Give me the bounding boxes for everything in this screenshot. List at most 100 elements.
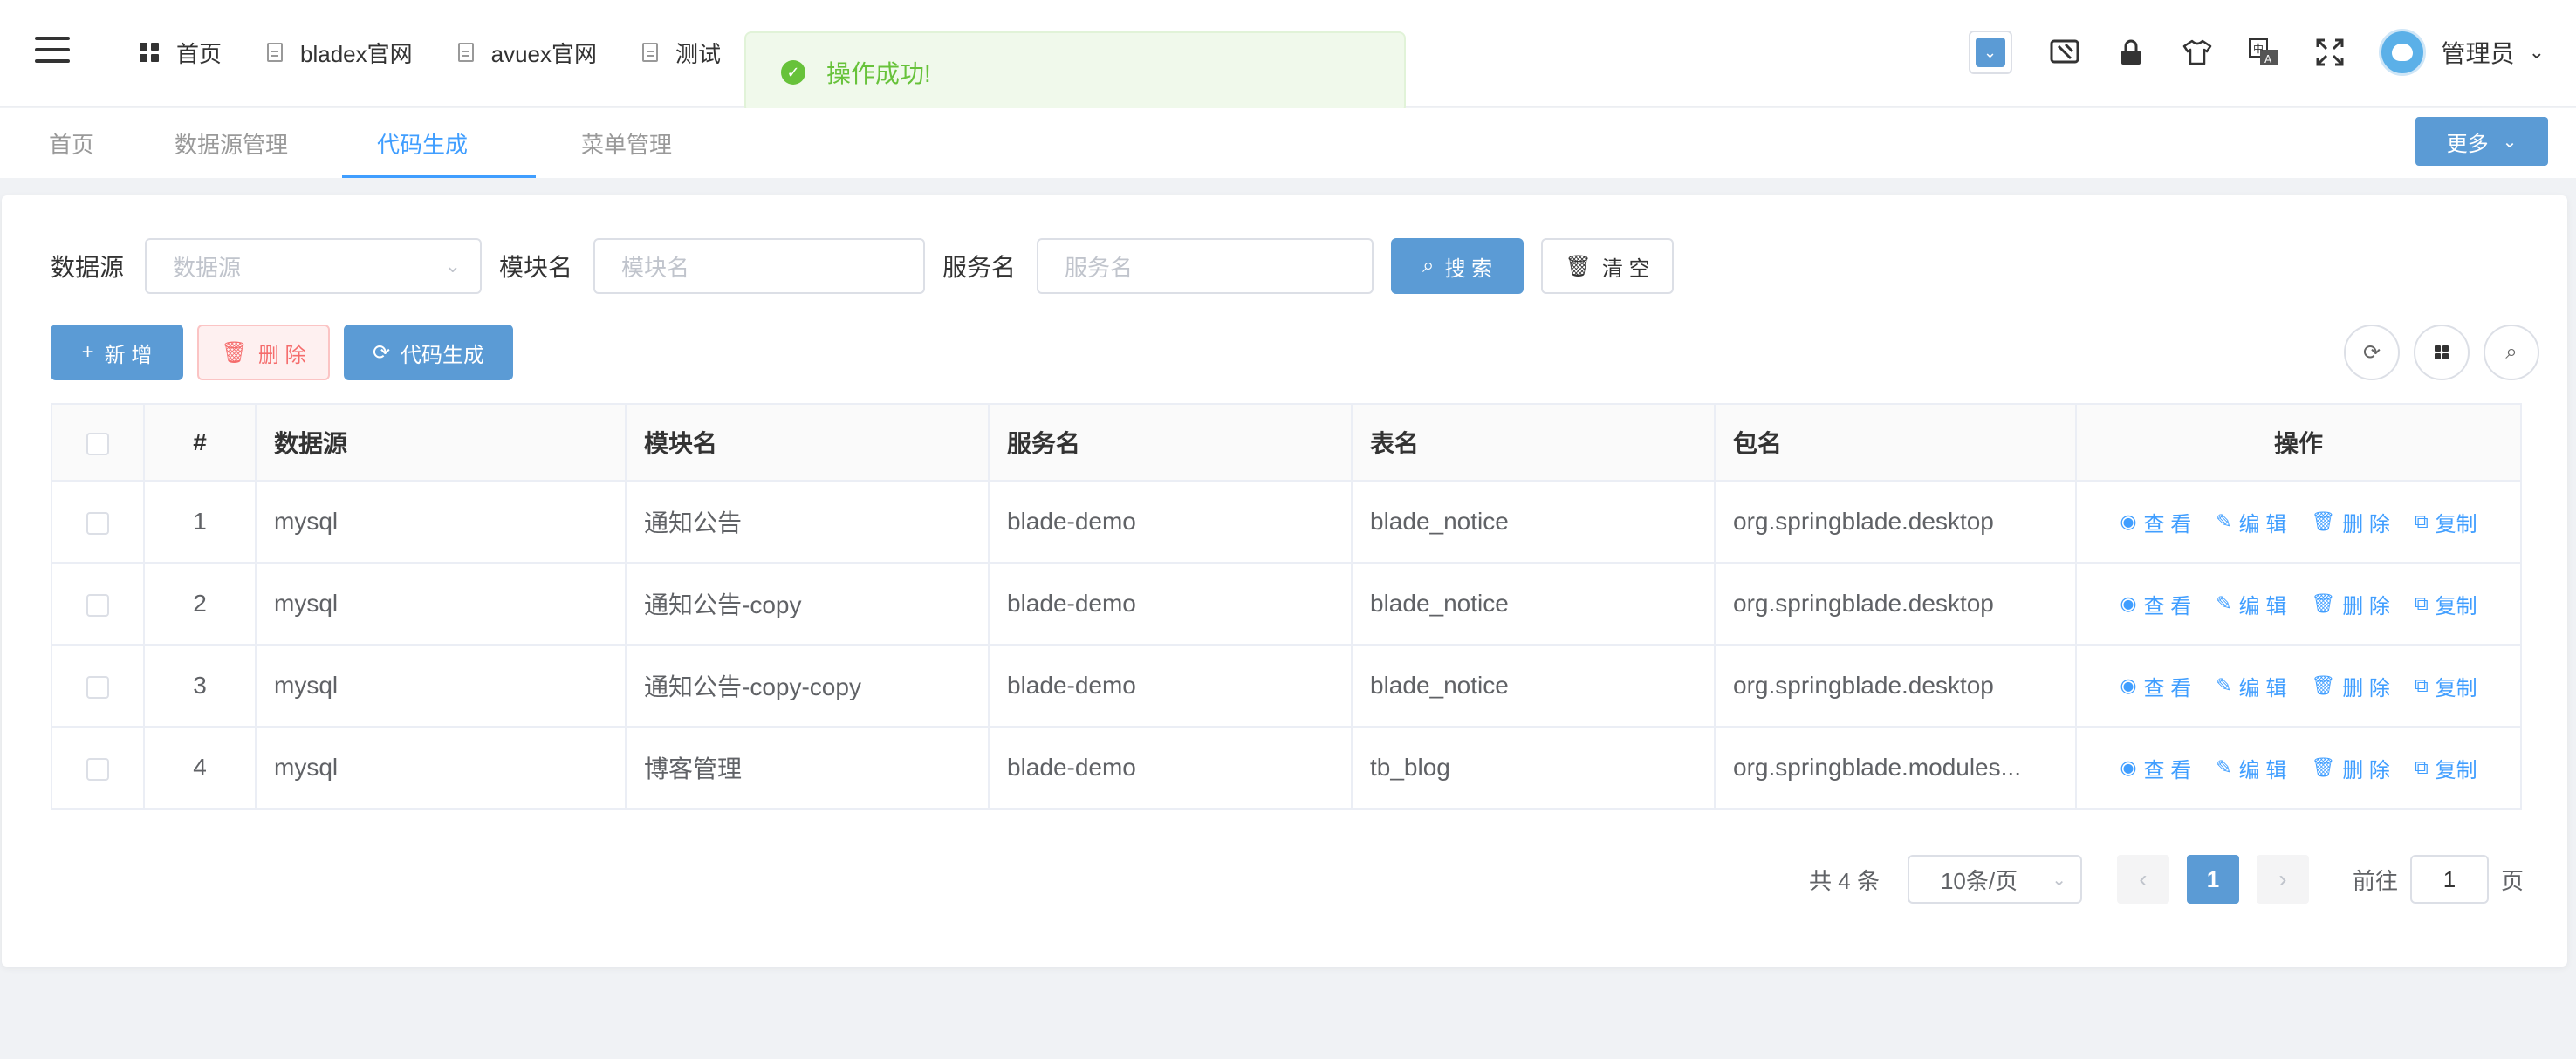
- copy-button[interactable]: ⧉ 复制: [2415, 507, 2477, 537]
- top-menu-item-label: 测试: [675, 40, 722, 67]
- top-menu-item-label: 首页: [176, 40, 223, 67]
- chevron-down-icon: ⌄: [2502, 132, 2518, 152]
- table-row: 4 mysql 博客管理 blade-demo tb_blog org.springbla…: [51, 726, 2522, 810]
- add-button-label: 新 增: [104, 343, 153, 367]
- row-checkbox[interactable]: [86, 757, 109, 781]
- add-button[interactable]: + 新 增: [51, 325, 183, 380]
- grid-icon: [140, 43, 159, 62]
- fullscreen-icon[interactable]: [2309, 31, 2351, 73]
- cell-table: blade_notice: [1351, 644, 1716, 728]
- trash-icon: 🗑: [2311, 756, 2336, 778]
- user-name[interactable]: 管理员: [2442, 35, 2515, 70]
- module-input[interactable]: 模块名: [593, 238, 926, 294]
- tabs-bar: 首页 数据源管理 代码生成✕ 菜单管理 更多 ⌄: [0, 108, 2576, 230]
- lock-icon[interactable]: [2110, 31, 2152, 73]
- edit-label: 编 辑: [2238, 594, 2287, 618]
- row-checkbox[interactable]: [86, 511, 109, 535]
- collapse-toggle-button[interactable]: ⌄: [1968, 31, 2012, 74]
- edit-icon: ✎: [2216, 674, 2232, 696]
- copy-button[interactable]: ⧉ 复制: [2415, 589, 2477, 619]
- tab-datasource[interactable]: 数据源管理: [175, 108, 288, 178]
- top-menu-item-avuex[interactable]: avuex官网: [457, 37, 597, 69]
- chevron-down-icon: ⌄: [2052, 870, 2066, 890]
- row-delete-button[interactable]: 🗑 删 除: [2311, 671, 2390, 701]
- row-checkbox[interactable]: [86, 675, 109, 699]
- generate-button-label: 代码生成: [401, 343, 485, 367]
- service-input[interactable]: 服务名: [1037, 238, 1374, 294]
- page-size-value: 10条/页: [1940, 867, 2018, 894]
- delete-button[interactable]: 🗑 删 除: [197, 325, 330, 380]
- clear-button[interactable]: 🗑 清 空: [1541, 238, 1675, 294]
- edit-button[interactable]: ✎ 编 辑: [2216, 671, 2286, 701]
- datasource-select[interactable]: 数据源 ⌄: [145, 238, 483, 294]
- tab-codegen[interactable]: 代码生成✕: [342, 108, 536, 230]
- cell-datasource: mysql: [255, 480, 627, 564]
- table-row: 2 mysql 通知公告-copy blade-demo blade_notice org…: [51, 562, 2522, 646]
- row-delete-button[interactable]: 🗑 删 除: [2311, 589, 2390, 619]
- table-row: 1 mysql 通知公告 blade-demo blade_notice org.spri…: [51, 480, 2522, 564]
- refresh-icon[interactable]: ⟳: [2344, 325, 2400, 380]
- tab-label: 代码生成: [377, 132, 469, 158]
- module-placeholder: 模块名: [621, 254, 690, 281]
- copy-icon: ⧉: [2414, 674, 2429, 696]
- view-button[interactable]: ◉ 查 看: [2120, 507, 2191, 537]
- table-header-row: # 数据源 模块名 服务名 表名 包名 操作: [51, 403, 2522, 482]
- chevron-down-icon: ⌄: [444, 255, 462, 277]
- cell-datasource: mysql: [255, 562, 627, 646]
- goto-page-input[interactable]: 1: [2409, 855, 2489, 904]
- tab-home[interactable]: 首页: [49, 108, 94, 178]
- cell-ops: ◉ 查 看 ✎ 编 辑 🗑 删 除 ⧉ 复制: [2075, 480, 2522, 564]
- top-menu-item-bladex[interactable]: bladex官网: [267, 37, 413, 69]
- chevron-down-icon[interactable]: ⌄: [2529, 41, 2545, 64]
- column-header: 操作: [2075, 403, 2522, 482]
- columns-grid-icon[interactable]: [2414, 325, 2470, 380]
- language-icon[interactable]: 中A: [2243, 31, 2285, 73]
- copy-label: 复制: [2435, 594, 2477, 618]
- top-menu-item-home[interactable]: 首页: [140, 37, 222, 69]
- page-number-button[interactable]: 1: [2186, 855, 2239, 904]
- search-button[interactable]: ⌕ 搜 索: [1391, 238, 1524, 294]
- copy-icon: ⧉: [2414, 756, 2429, 778]
- select-all-checkbox[interactable]: [86, 432, 109, 455]
- top-menu-item-test[interactable]: 测试: [642, 37, 721, 69]
- cell-module: 通知公告-copy-copy: [625, 644, 990, 728]
- screen-lock-tool-icon[interactable]: [2044, 31, 2086, 73]
- copy-button[interactable]: ⧉ 复制: [2415, 753, 2477, 783]
- edit-label: 编 辑: [2238, 676, 2287, 700]
- trash-icon: 🗑: [2311, 510, 2336, 532]
- view-label: 查 看: [2143, 676, 2192, 700]
- view-button[interactable]: ◉ 查 看: [2120, 671, 2191, 701]
- edit-button[interactable]: ✎ 编 辑: [2216, 589, 2286, 619]
- column-header: #: [143, 403, 257, 482]
- next-page-button[interactable]: ›: [2256, 855, 2309, 904]
- edit-button[interactable]: ✎ 编 辑: [2216, 507, 2286, 537]
- row-select-cell: [51, 480, 145, 564]
- row-delete-button[interactable]: 🗑 删 除: [2311, 753, 2390, 783]
- copy-button[interactable]: ⧉ 复制: [2415, 671, 2477, 701]
- copy-label: 复制: [2435, 512, 2477, 536]
- total-count: 共 4 条: [1809, 867, 1880, 894]
- more-button[interactable]: 更多 ⌄: [2415, 117, 2548, 166]
- row-checkbox[interactable]: [86, 593, 109, 617]
- generate-code-button[interactable]: ⟳ 代码生成: [344, 325, 513, 380]
- menu-toggle-icon[interactable]: [35, 37, 70, 65]
- cell-package: org.springblade.desktop: [1714, 644, 2077, 728]
- search-icon: ⌕: [1422, 254, 1435, 277]
- row-delete-button[interactable]: 🗑 删 除: [2311, 507, 2390, 537]
- copy-icon: ⧉: [2414, 592, 2429, 614]
- tab-menu[interactable]: 菜单管理: [581, 108, 672, 178]
- view-label: 查 看: [2143, 758, 2192, 782]
- datasource-label: 数据源: [51, 254, 125, 281]
- theme-shirt-icon[interactable]: [2176, 31, 2218, 73]
- delete-label: 删 除: [2342, 676, 2390, 700]
- module-label: 模块名: [499, 254, 573, 281]
- view-button[interactable]: ◉ 查 看: [2120, 753, 2191, 783]
- page-size-select[interactable]: 10条/页 ⌄: [1907, 855, 2082, 904]
- search-icon[interactable]: ⌕: [2484, 325, 2539, 380]
- column-header: 服务名: [988, 403, 1353, 482]
- avatar[interactable]: [2378, 29, 2426, 76]
- view-label: 查 看: [2143, 594, 2192, 618]
- edit-button[interactable]: ✎ 编 辑: [2216, 753, 2286, 783]
- view-button[interactable]: ◉ 查 看: [2120, 589, 2191, 619]
- prev-page-button[interactable]: ‹: [2116, 855, 2169, 904]
